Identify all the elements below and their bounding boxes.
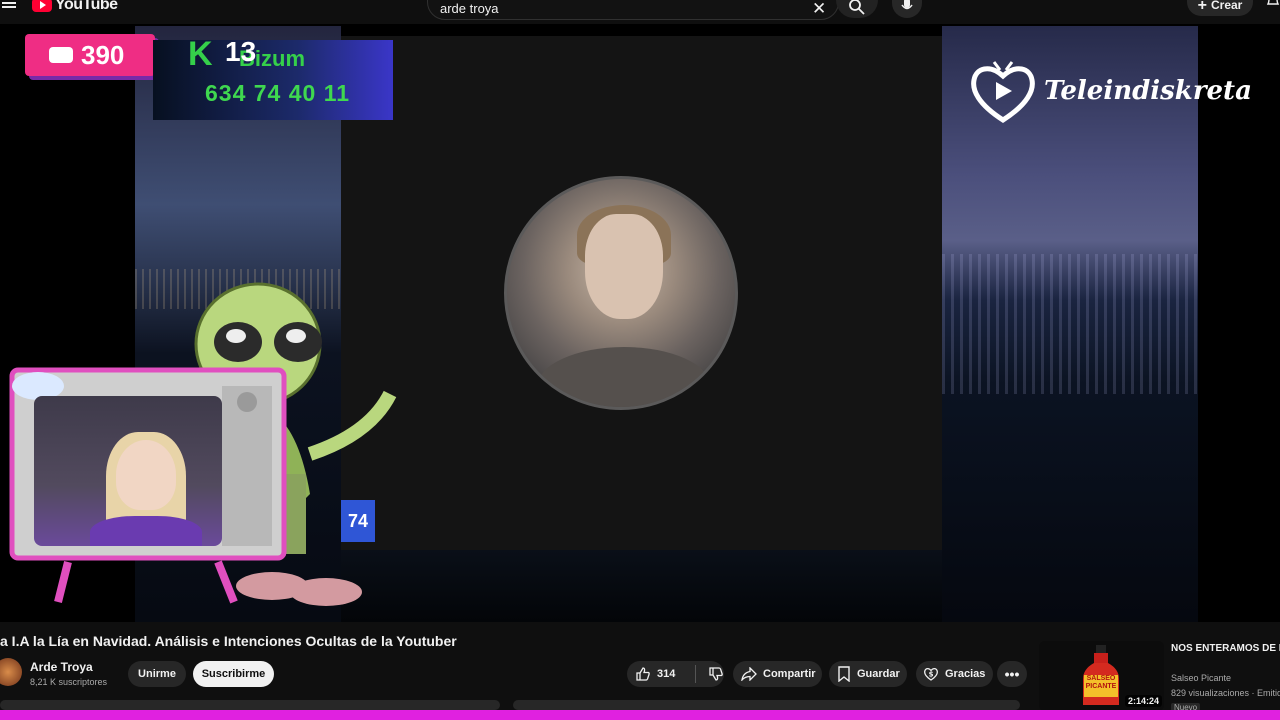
more-actions-button[interactable]: ••• [997, 661, 1027, 687]
thumbs-up-icon [636, 667, 650, 681]
subscribe-button[interactable]: Suscribirme [193, 661, 274, 687]
plus-icon: + [1197, 0, 1207, 14]
share-arrow-icon [741, 667, 757, 681]
voice-search-button[interactable] [892, 0, 922, 18]
side-tag: 74 [341, 500, 375, 542]
save-label: Guardar [857, 668, 900, 680]
masthead: YouTube arde troya ✕ + Crear [0, 0, 1280, 24]
guest-webcam-circle [504, 176, 738, 410]
create-label: Crear [1210, 0, 1243, 12]
video-title: a I.A la Lía en Navidad. Análisis e Inte… [0, 633, 457, 649]
bizum-code: 13 [225, 36, 257, 67]
subscriber-count: 8,21 K suscriptores [30, 677, 108, 687]
description-box-edge [0, 700, 500, 710]
notifications-bell-icon[interactable] [1266, 0, 1280, 8]
like-count: 314 [657, 668, 676, 680]
bizum-donation-overlay: K Bizum 13 634 74 40 11 [153, 35, 393, 120]
streamer-body [90, 516, 202, 546]
share-button[interactable]: Compartir [733, 661, 822, 687]
streamer-face [116, 440, 176, 510]
search-input[interactable]: arde troya [440, 1, 499, 16]
clear-search-icon[interactable]: ✕ [812, 0, 826, 19]
youtube-logo[interactable]: YouTube [32, 0, 118, 14]
chat-bubble-icon [49, 47, 73, 63]
thumbs-down-icon [709, 667, 723, 681]
like-divider [695, 665, 696, 683]
like-dislike-group: 314 [627, 661, 724, 687]
menu-icon[interactable] [2, 0, 16, 10]
retro-tv-frame [8, 366, 288, 606]
heart-tv-logo-icon [971, 61, 1035, 123]
logo-text: YouTube [55, 0, 118, 13]
share-label: Compartir [763, 668, 816, 680]
create-button[interactable]: + Crear [1187, 0, 1253, 16]
like-button[interactable]: 314 [627, 666, 689, 682]
save-button[interactable]: Guardar [829, 661, 907, 687]
chat-counter-value: 390 [81, 39, 125, 70]
brand-text: Teleindiskreta [1044, 76, 1252, 106]
city-lights-right [942, 254, 1198, 394]
video-player[interactable]: 390 K Bizum 13 634 74 40 11 Teleindiskre… [0, 24, 1280, 622]
channel-avatar[interactable] [0, 658, 22, 686]
svg-text:$: $ [929, 671, 934, 679]
search-box[interactable]: arde troya ✕ [427, 0, 839, 20]
microphone-icon [901, 0, 913, 10]
recommended-thumbnail[interactable]: SALSEO PICANTE 2:14:24 [1039, 641, 1164, 711]
thanks-button[interactable]: $ Gracias [916, 661, 993, 687]
channel-name[interactable]: Arde Troya [30, 660, 93, 674]
guest-face [585, 214, 663, 319]
heart-dollar-icon: $ [924, 667, 938, 681]
recommended-title[interactable]: NOS ENTERAMOS DE LO RECIENTE DEL SALSEO [1171, 641, 1280, 656]
search-icon [849, 0, 865, 15]
thumbnail-text: SALSEO PICANTE [1085, 675, 1117, 690]
thanks-label: Gracias [945, 668, 986, 680]
guest-body [537, 347, 711, 407]
play-logo-icon [32, 0, 52, 12]
bizum-phone: 634 74 40 11 [205, 80, 351, 106]
search-button[interactable] [836, 0, 878, 18]
recommended-channel[interactable]: Salseo Picante [1171, 673, 1231, 683]
dislike-button[interactable] [702, 666, 724, 682]
city-strip-bottom [341, 550, 942, 622]
chat-counter-badge: 390 [25, 34, 155, 76]
video-duration: 2:14:24 [1125, 695, 1163, 707]
streamer-webcam [34, 396, 222, 546]
teleindiskreta-watermark: Teleindiskreta [968, 56, 1252, 126]
magenta-bottom-bar [0, 710, 1280, 720]
bizum-k-logo: K [188, 35, 213, 73]
bookmark-icon [838, 666, 850, 682]
chips-bar-edge [513, 700, 1020, 710]
recommended-meta: 829 visualizaciones · Emitido [1171, 688, 1280, 698]
join-button[interactable]: Unirme [128, 661, 186, 687]
